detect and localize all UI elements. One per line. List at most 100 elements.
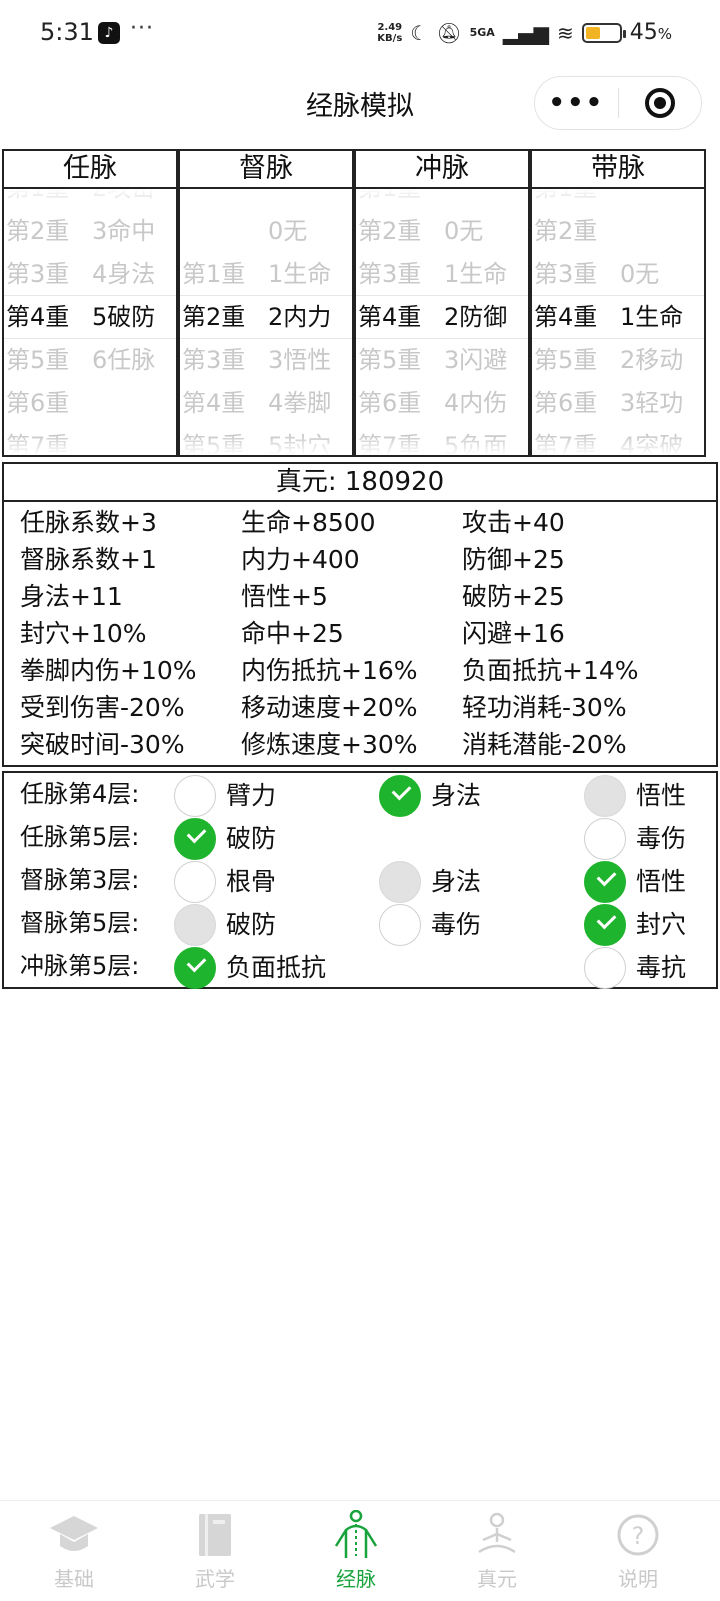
option-label[interactable]: 破防 [226, 821, 276, 857]
picker-option[interactable]: 第4重 2防御 [356, 295, 528, 339]
option-label[interactable]: 负面抵抗 [226, 950, 326, 986]
checkbox[interactable] [379, 904, 421, 946]
meridian-picker-3[interactable]: 冲脉第1重第2重0无第3重1生命第4重2防御第5重3闪避第6重4内伤第7重5负面 [354, 149, 530, 457]
picker-option[interactable]: 第6重 4内伤 [356, 381, 528, 425]
picker-option[interactable]: 第4重 1生命 [532, 295, 704, 339]
attribute-label: 6任脉 [92, 346, 156, 374]
option-label[interactable]: 封穴 [636, 907, 686, 943]
layer-label: 第4重 [182, 389, 246, 417]
option-label[interactable]: 毒伤 [636, 821, 686, 857]
attribute-label: 2内力 [268, 303, 332, 331]
layer-options: 任脉第4层: 臂力 身法 悟性 任脉第5层: 破防 毒伤 督脉第3层: 根骨 身法 悟性 督脉第5层:… [2, 771, 718, 989]
option-label[interactable]: 悟性 [636, 864, 686, 900]
picker-option[interactable]: 第1重 1生命 [180, 252, 352, 296]
attribute-label: 3悟性 [268, 346, 332, 374]
layer-label: 第4重 [358, 303, 422, 331]
checkbox[interactable] [584, 947, 626, 989]
layer-label: 第6重 [358, 389, 422, 417]
fade-overlay [356, 435, 528, 455]
layer-label: 第1重 [182, 260, 246, 288]
stat-item: 身法+11 [20, 582, 123, 611]
tab-3[interactable]: 经脉 [284, 1509, 428, 1592]
stat-item: 封穴+10% [20, 619, 147, 648]
tab-1[interactable]: 基础 [2, 1509, 146, 1592]
close-mini-program-button[interactable] [619, 88, 702, 118]
checked-checkbox[interactable] [584, 861, 626, 903]
mute-icon: 🔕︎ [436, 20, 462, 45]
energy-total: 真元: 180920 [4, 464, 716, 502]
layer-label: 第5重 [358, 346, 422, 374]
layer-label: 第4重 [6, 303, 70, 331]
tab-2[interactable]: 武学 [143, 1509, 287, 1592]
picker-title: 冲脉 [356, 151, 528, 189]
checked-checkbox[interactable] [379, 775, 421, 817]
option-label[interactable]: 毒伤 [431, 907, 481, 943]
picker-title: 任脉 [4, 151, 176, 189]
picker-option[interactable]: 第3重 4身法 [4, 252, 176, 296]
target-icon [644, 88, 675, 118]
layer-label: 第3重 [182, 346, 246, 374]
battery-icon [581, 22, 626, 43]
picker-option[interactable]: 第3重 1生命 [356, 252, 528, 296]
option-label[interactable]: 身法 [431, 778, 481, 814]
stat-item: 任脉系数+3 [20, 508, 157, 537]
picker-wheel[interactable]: 第1重第2重0无第3重1生命第4重2防御第5重3闪避第6重4内伤第7重5负面 [356, 189, 528, 455]
picker-option[interactable]: 第5重 6任脉 [4, 338, 176, 382]
svg-text:?: ? [632, 1522, 645, 1550]
picker-option[interactable]: 第2重 [532, 209, 704, 253]
picker-wheel[interactable]: 第1重第2重第3重0无第4重1生命第5重2移动第6重3轻功第7重4突破 [532, 189, 704, 455]
picker-option[interactable]: 第4重 5破防 [4, 295, 176, 339]
meridian-picker-1[interactable]: 任脉第1重2攻击第2重3命中第3重4身法第4重5破防第5重6任脉第6重第7重 [2, 149, 178, 457]
battery-fill [585, 26, 601, 39]
checked-checkbox[interactable] [584, 904, 626, 946]
checked-checkbox[interactable] [174, 818, 216, 860]
meridian-picker-4[interactable]: 带脉第1重第2重第3重0无第4重1生命第5重2移动第6重3轻功第7重4突破 [530, 149, 706, 457]
picker-option[interactable]: 第3重 0无 [532, 252, 704, 296]
picker-option[interactable]: 第2重 2内力 [180, 295, 352, 339]
layer-label [180, 209, 266, 253]
layer-label: 第4重 [534, 303, 598, 331]
network-speed: 2.49 KB/s [377, 21, 403, 44]
stat-item: 内伤抵抗+16% [241, 656, 418, 685]
more-menu-button[interactable]: ••• [535, 76, 618, 130]
more-notifications-icon: ··· [130, 16, 154, 41]
tab-label: 真元 [477, 1567, 517, 1591]
tab-5[interactable]: ? 说明 [566, 1509, 710, 1592]
stat-item: 受到伤害-20% [20, 693, 185, 722]
picker-option[interactable]: 第6重 [4, 381, 176, 425]
option-label[interactable]: 身法 [431, 864, 481, 900]
checkbox[interactable] [174, 861, 216, 903]
tab-label: 说明 [618, 1567, 658, 1591]
picker-option[interactable]: 0无 [180, 209, 352, 253]
picker-option[interactable]: 第2重 3命中 [4, 209, 176, 253]
attribute-label: 4拳脚 [268, 389, 332, 417]
checkbox[interactable] [174, 775, 216, 817]
meridian-body-icon [284, 1509, 428, 1561]
option-label[interactable]: 毒抗 [636, 950, 686, 986]
option-label[interactable]: 根骨 [226, 864, 276, 900]
checkbox[interactable] [584, 818, 626, 860]
picker-title: 带脉 [532, 151, 704, 189]
tab-4[interactable]: 真元 [425, 1509, 569, 1592]
picker-option[interactable]: 第6重 3轻功 [532, 381, 704, 425]
checked-checkbox[interactable] [174, 947, 216, 989]
attribute-label: 2防御 [444, 303, 508, 331]
picker-option[interactable]: 第5重 2移动 [532, 338, 704, 382]
fade-overlay [180, 189, 352, 209]
picker-option[interactable]: 第3重 3悟性 [180, 338, 352, 382]
stat-item: 负面抵抗+14% [462, 656, 639, 685]
meridian-picker-2[interactable]: 督脉0无第1重1生命第2重2内力第3重3悟性第4重4拳脚第5重5封穴 [178, 149, 354, 457]
picker-wheel[interactable]: 0无第1重1生命第2重2内力第3重3悟性第4重4拳脚第5重5封穴 [180, 189, 352, 455]
network-type: 5GA [469, 26, 495, 39]
picker-option[interactable]: 第2重 0无 [356, 209, 528, 253]
option-label[interactable]: 臂力 [226, 778, 276, 814]
stat-item: 移动速度+20% [241, 693, 418, 722]
picker-option[interactable]: 第5重 3闪避 [356, 338, 528, 382]
picker-wheel[interactable]: 第1重2攻击第2重3命中第3重4身法第4重5破防第5重6任脉第6重第7重 [4, 189, 176, 455]
picker-option[interactable]: 第4重 4拳脚 [180, 381, 352, 425]
tab-label: 经脉 [336, 1567, 376, 1591]
fade-overlay [4, 435, 176, 455]
attribute-label: 4身法 [92, 260, 156, 288]
option-label[interactable]: 破防 [226, 907, 276, 943]
option-label[interactable]: 悟性 [636, 778, 686, 814]
